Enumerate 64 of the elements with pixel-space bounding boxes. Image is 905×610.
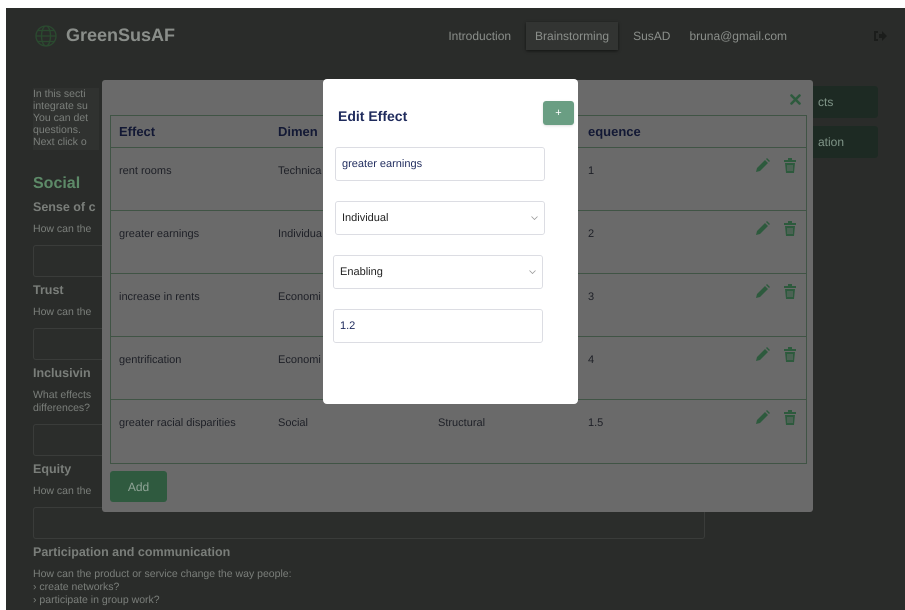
table-cell: Structural [438,417,486,429]
table-cell: 2 [588,228,594,240]
question-title: Inclusivin [33,365,91,381]
column-header: equence [588,124,641,138]
table-cell: gentrification [119,354,182,366]
dropdown[interactable]: Enabling [333,255,543,289]
nav-tab[interactable]: Brainstorming [526,22,618,50]
add-button[interactable]: Add [110,471,167,502]
intro-text: integrate su [33,100,88,112]
intro-text: You can det [33,112,88,124]
pencil-icon[interactable] [755,158,770,173]
table-cell: Economi [278,354,321,366]
section-heading: Social [33,174,80,194]
app-logo: GreenSusAF [66,24,176,47]
globe-logo-icon [34,24,58,48]
input-field[interactable]: greater earnings [335,147,545,181]
table-cell: Social [278,417,308,429]
column-header: Dimen [278,124,318,138]
trash-icon[interactable] [784,221,796,236]
question-title: Participation and communication [33,544,230,560]
intro-text: Next click o [33,136,87,148]
table-cell: rent rooms [119,165,172,177]
table-cell: increase in rents [119,291,200,303]
dialog-title: Edit Effect [338,107,408,126]
chevron-icon [529,270,536,274]
table-cell: Individua [278,228,322,240]
trash-icon[interactable] [784,347,796,362]
table-cell: greater earnings [119,228,200,240]
pencil-icon[interactable] [755,410,770,425]
dropdown[interactable]: Individual [335,201,545,235]
table-cell: 1.5 [588,417,604,429]
pencil-icon[interactable] [755,221,770,236]
trash-icon[interactable] [784,158,796,173]
table-cell: Economi [278,291,321,303]
nav-tab[interactable]: Introduction [439,22,520,50]
table-cell: 3 [588,291,594,303]
question-text: How can the [33,223,92,236]
table-cell: greater racial disparities [119,417,236,429]
question-text: What effects [33,389,92,402]
intro-text: In this secti [33,88,86,100]
pencil-icon[interactable] [755,284,770,299]
trash-icon[interactable] [784,410,796,425]
add-button[interactable]: + [543,101,574,125]
question-title: Trust [33,282,64,298]
question-title: Sense of c [33,199,96,215]
question-text: differences? [33,402,90,415]
pencil-icon[interactable] [755,347,770,362]
question-title: Equity [33,461,72,477]
question-text: How can the product or service change the way people: [33,568,292,581]
table-cell: 1 [588,165,594,177]
user-email[interactable]: bruna@gmail.com [689,26,787,44]
column-header: Effect [119,124,156,138]
question-text: How can the [33,485,92,498]
table-cell: Technica [278,165,322,177]
close-icon[interactable] [790,94,801,105]
intro-text: questions. [33,124,81,136]
question-text: How can the [33,306,92,319]
trash-icon[interactable] [784,284,796,299]
question-text: › create networks? [33,581,120,594]
input-field[interactable]: 1.2 [333,309,543,343]
chevron-icon [531,216,538,220]
nav-tab[interactable]: SusAD [624,22,680,50]
table-cell: 4 [588,354,594,366]
question-text: › participate in group work? [33,594,160,607]
